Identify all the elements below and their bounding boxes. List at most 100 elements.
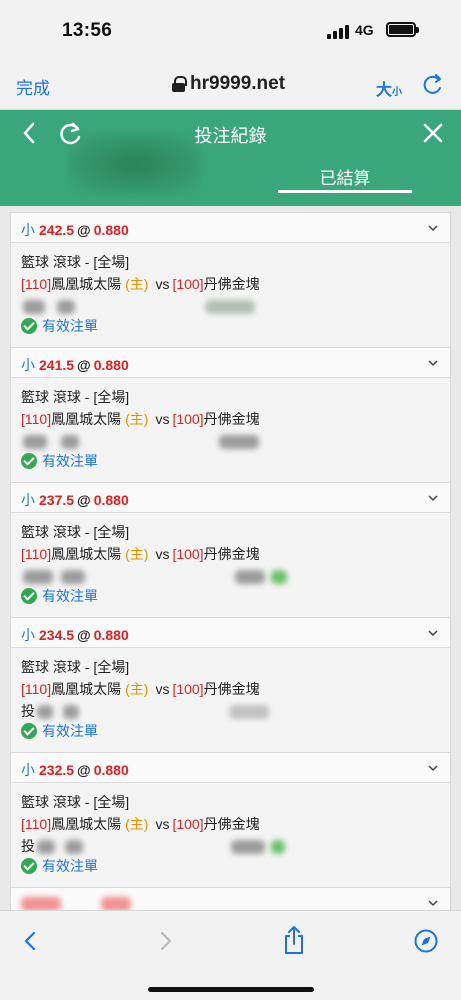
done-button[interactable]: 完成 xyxy=(16,74,50,99)
away-team: 丹佛金塊 xyxy=(203,546,260,562)
at-sign: @ xyxy=(77,222,91,238)
sport-label: 籃球 滾球 - [全場] xyxy=(21,524,130,540)
at-sign: @ xyxy=(77,627,91,643)
status-label: 有效注單 xyxy=(42,858,98,874)
status-label: 有效注單 xyxy=(42,318,98,334)
lock-icon xyxy=(172,76,187,92)
reload-icon[interactable] xyxy=(422,72,444,96)
share-icon[interactable] xyxy=(282,925,306,955)
home-code: [110] xyxy=(21,546,52,562)
sport-label: 籃球 滾球 - [全場] xyxy=(21,254,130,270)
chevron-down-icon[interactable] xyxy=(428,898,438,908)
valid-status: 有效注單 xyxy=(21,315,440,337)
chevron-down-icon[interactable] xyxy=(428,223,438,233)
bet-line: 232.5 xyxy=(39,762,75,778)
check-circle-icon xyxy=(21,588,37,604)
bet-card: 小 237.5 @0.880 籃球 滾球 - [全場] [110]鳳凰城太陽 (主) v… xyxy=(10,482,451,618)
bet-line: 242.5 xyxy=(39,222,75,238)
bet-line: 234.5 xyxy=(39,627,75,643)
bet-card-header[interactable]: 小 242.5 @0.880 xyxy=(11,213,450,243)
chevron-down-icon[interactable] xyxy=(428,763,438,773)
bet-card-partial xyxy=(10,887,451,910)
at-sign: @ xyxy=(77,357,91,373)
redacted-detail xyxy=(21,295,440,315)
vs-label: vs xyxy=(155,546,170,562)
away-team: 丹佛金塊 xyxy=(203,681,260,697)
nav-forward-icon[interactable] xyxy=(154,929,176,953)
bet-card: 小 232.5 @0.880 籃球 滾球 - [全場] [110]鳳凰城太陽 (主) v… xyxy=(10,752,451,888)
status-bar: 13:56 4G xyxy=(0,0,461,62)
bet-card-header[interactable]: 小 234.5 @0.880 xyxy=(11,618,450,648)
bet-odds: 0.880 xyxy=(93,627,129,643)
bet-side: 小 xyxy=(21,627,35,643)
bet-card: 小 242.5 @0.880 籃球 滾球 - [全場] [110]鳳凰城太陽 (主) v… xyxy=(10,212,451,348)
away-team: 丹佛金塊 xyxy=(203,411,260,427)
sport-label: 籃球 滾球 - [全場] xyxy=(21,389,130,405)
vs-label: vs xyxy=(155,276,170,292)
vs-label: vs xyxy=(155,681,170,697)
chevron-down-icon[interactable] xyxy=(428,358,438,368)
close-icon[interactable] xyxy=(421,121,445,145)
chevron-down-icon[interactable] xyxy=(428,493,438,503)
redacted-detail xyxy=(21,430,440,450)
bet-card-header[interactable]: 小 232.5 @0.880 xyxy=(11,753,450,783)
compass-icon[interactable] xyxy=(414,929,438,953)
away-code: [100] xyxy=(172,681,204,697)
valid-status: 有效注單 xyxy=(21,720,440,742)
bet-odds: 0.880 xyxy=(93,762,129,778)
text-size-big: 大 xyxy=(376,82,393,99)
status-label: 有效注單 xyxy=(42,723,98,739)
home-team: 鳳凰城太陽 xyxy=(51,816,122,832)
home-tag: (主) xyxy=(125,816,149,832)
address-bar[interactable]: hr9999.net xyxy=(172,73,285,95)
bet-side: 小 xyxy=(21,762,35,778)
home-code: [110] xyxy=(21,411,52,427)
tab-settled[interactable]: 已結算 xyxy=(278,164,412,189)
check-circle-icon xyxy=(21,723,37,739)
valid-status: 有效注單 xyxy=(21,585,440,607)
home-tag: (主) xyxy=(125,546,149,562)
away-team: 丹佛金塊 xyxy=(203,816,260,832)
nav-back-icon[interactable] xyxy=(20,929,42,953)
bet-card-header[interactable]: 小 237.5 @0.880 xyxy=(11,483,450,513)
valid-status: 有效注單 xyxy=(21,450,440,472)
match-line: [110]鳳凰城太陽 (主) vs [100]丹佛金塊 xyxy=(21,678,440,700)
status-label: 有效注單 xyxy=(42,453,98,469)
match-line: [110]鳳凰城太陽 (主) vs [100]丹佛金塊 xyxy=(21,543,440,565)
check-circle-icon xyxy=(21,858,37,874)
redacted-detail: 投 xyxy=(21,835,440,855)
away-code: [100] xyxy=(172,276,204,292)
check-circle-icon xyxy=(21,318,37,334)
home-team: 鳳凰城太陽 xyxy=(51,276,122,292)
away-team: 丹佛金塊 xyxy=(203,276,260,292)
bet-line: 237.5 xyxy=(39,492,75,508)
signal-icon xyxy=(327,25,349,39)
vs-label: vs xyxy=(155,816,170,832)
tab-underline xyxy=(278,190,412,193)
bet-card-header[interactable]: 小 241.5 @0.880 xyxy=(11,348,450,378)
home-tag: (主) xyxy=(125,411,149,427)
away-code: [100] xyxy=(172,546,204,562)
status-label: 有效注單 xyxy=(42,588,98,604)
app-header: 投注紀錄 已結算 xyxy=(0,110,461,206)
redacted-detail xyxy=(21,565,440,585)
match-line: [110]鳳凰城太陽 (主) vs [100]丹佛金塊 xyxy=(21,408,440,430)
bet-side: 小 xyxy=(21,357,35,373)
browser-bar: 完成 hr9999.net 大小 xyxy=(0,62,461,110)
bet-odds: 0.880 xyxy=(93,492,129,508)
url-text: hr9999.net xyxy=(190,73,286,94)
battery-icon xyxy=(386,22,419,37)
match-line: [110]鳳凰城太陽 (主) vs [100]丹佛金塊 xyxy=(21,273,440,295)
home-team: 鳳凰城太陽 xyxy=(51,546,122,562)
bet-card: 小 234.5 @0.880 籃球 滾球 - [全場] [110]鳳凰城太陽 (主) v… xyxy=(10,617,451,753)
check-circle-icon xyxy=(21,453,37,469)
text-size-button[interactable]: 大小 xyxy=(376,76,402,100)
home-code: [110] xyxy=(21,681,52,697)
bet-side: 小 xyxy=(21,492,35,508)
bet-card-header[interactable] xyxy=(11,888,450,910)
sport-label: 籃球 滾球 - [全場] xyxy=(21,659,130,675)
page-title: 投注紀錄 xyxy=(194,126,267,146)
chevron-down-icon[interactable] xyxy=(428,628,438,638)
bet-odds: 0.880 xyxy=(93,222,129,238)
home-code: [110] xyxy=(21,816,52,832)
